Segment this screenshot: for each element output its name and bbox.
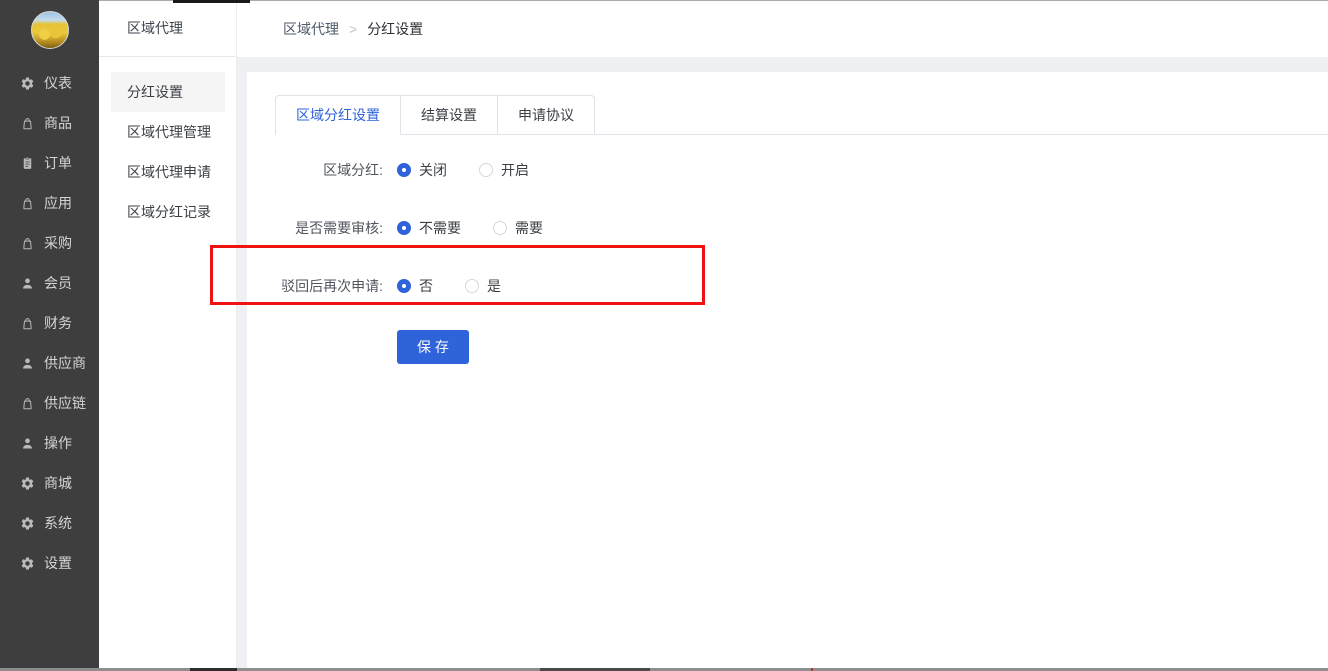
radio-selected-icon[interactable] bbox=[397, 163, 411, 177]
window-top-edge bbox=[99, 0, 1328, 1]
sidebar-item-settings[interactable]: 设置 bbox=[0, 543, 99, 583]
sidebar-item-system[interactable]: 系统 bbox=[0, 503, 99, 543]
submenu-title: 区域代理 bbox=[99, 0, 236, 57]
sidebar-item-label: 应用 bbox=[44, 193, 72, 213]
order-icon bbox=[20, 156, 35, 171]
sidebar-item-finance[interactable]: 财务 bbox=[0, 303, 99, 343]
tab-region-dividend-settings[interactable]: 区域分红设置 bbox=[276, 96, 400, 135]
form-label: 是否需要审核: bbox=[275, 218, 383, 238]
sidebar-item-mall[interactable]: 商城 bbox=[0, 463, 99, 503]
bag-icon bbox=[20, 396, 35, 411]
gear-icon bbox=[20, 556, 35, 571]
avatar-container bbox=[0, 0, 99, 49]
sidebar-item-apps[interactable]: 应用 bbox=[0, 183, 99, 223]
sidebar-item-label: 供应商 bbox=[44, 353, 86, 373]
avatar[interactable] bbox=[31, 11, 69, 49]
form-row-review-required: 是否需要审核: 不需要 需要 bbox=[275, 214, 1328, 242]
radio-label: 是 bbox=[487, 276, 501, 296]
radio-label: 开启 bbox=[501, 160, 529, 180]
main-area: 区域代理 > 分红设置 区域分红设置 结算设置 申请协议 区域分红: 关闭 bbox=[237, 0, 1328, 671]
gauge-icon bbox=[20, 76, 35, 91]
breadcrumb: 区域代理 > 分红设置 bbox=[237, 0, 1328, 57]
breadcrumb-item-current: 分红设置 bbox=[367, 19, 423, 39]
sidebar-item-label: 设置 bbox=[44, 553, 72, 573]
sidebar-item-dashboard[interactable]: 仪表 bbox=[0, 63, 99, 103]
radio-selected-icon[interactable] bbox=[397, 221, 411, 235]
sidebar-item-members[interactable]: 会员 bbox=[0, 263, 99, 303]
radio-label: 需要 bbox=[515, 218, 543, 238]
form-row-region-dividend: 区域分红: 关闭 开启 bbox=[275, 156, 1328, 184]
tabs-bar: 区域分红设置 结算设置 申请协议 bbox=[275, 95, 1328, 135]
sidebar-item-label: 订单 bbox=[44, 153, 72, 173]
bag-icon bbox=[20, 316, 35, 331]
sidebar-item-label: 采购 bbox=[44, 233, 72, 253]
radio-option-required[interactable]: 需要 bbox=[493, 218, 543, 238]
tab-group: 区域分红设置 结算设置 申请协议 bbox=[275, 95, 595, 135]
secondary-sidebar: 区域代理 分红设置 区域代理管理 区域代理申请 区域分红记录 bbox=[99, 0, 237, 671]
radio-unselected-icon[interactable] bbox=[479, 163, 493, 177]
primary-sidebar: 仪表 商品 订单 应用 采购 会员 bbox=[0, 0, 99, 671]
sidebar-item-label: 商品 bbox=[44, 113, 72, 133]
radio-label: 关闭 bbox=[419, 160, 447, 180]
settings-form: 区域分红: 关闭 开启 是否需要审核: 不需要 bbox=[275, 156, 1328, 364]
radio-selected-icon[interactable] bbox=[397, 279, 411, 293]
window-top-edge-dark-segment bbox=[173, 0, 250, 3]
radio-label: 不需要 bbox=[419, 218, 461, 238]
sidebar-item-operations[interactable]: 操作 bbox=[0, 423, 99, 463]
radio-option-no[interactable]: 否 bbox=[397, 276, 433, 296]
submenu-item-dividend-settings[interactable]: 分红设置 bbox=[111, 72, 225, 112]
submenu-item-agent-management[interactable]: 区域代理管理 bbox=[111, 112, 225, 152]
form-label: 区域分红: bbox=[275, 160, 383, 180]
tab-application-agreement[interactable]: 申请协议 bbox=[497, 96, 594, 135]
sidebar-item-label: 会员 bbox=[44, 273, 72, 293]
sidebar-item-products[interactable]: 商品 bbox=[0, 103, 99, 143]
submenu-list: 分红设置 区域代理管理 区域代理申请 区域分红记录 bbox=[99, 72, 236, 232]
gear-icon bbox=[20, 476, 35, 491]
submenu-item-agent-application[interactable]: 区域代理申请 bbox=[111, 152, 225, 192]
bag-icon bbox=[20, 116, 35, 131]
sidebar-item-suppliers[interactable]: 供应商 bbox=[0, 343, 99, 383]
sidebar-item-purchasing[interactable]: 采购 bbox=[0, 223, 99, 263]
sidebar-item-label: 财务 bbox=[44, 313, 72, 333]
sidebar-item-label: 仪表 bbox=[44, 73, 72, 93]
sidebar-item-orders[interactable]: 订单 bbox=[0, 143, 99, 183]
radio-option-close[interactable]: 关闭 bbox=[397, 160, 447, 180]
radio-option-not-required[interactable]: 不需要 bbox=[397, 218, 461, 238]
sidebar-item-label: 商城 bbox=[44, 473, 72, 493]
gear-icon bbox=[20, 516, 35, 531]
bag-icon bbox=[20, 196, 35, 211]
sidebar-item-label: 操作 bbox=[44, 433, 72, 453]
user-icon bbox=[20, 356, 35, 371]
user-icon bbox=[20, 276, 35, 291]
save-button[interactable]: 保 存 bbox=[397, 330, 469, 364]
app-window: 仪表 商品 订单 应用 采购 会员 bbox=[0, 0, 1328, 671]
breadcrumb-separator-icon: > bbox=[349, 21, 357, 37]
user-icon bbox=[20, 436, 35, 451]
radio-unselected-icon[interactable] bbox=[493, 221, 507, 235]
radio-unselected-icon[interactable] bbox=[465, 279, 479, 293]
radio-option-open[interactable]: 开启 bbox=[479, 160, 529, 180]
form-row-reapply-after-reject: 驳回后再次申请: 否 是 bbox=[275, 272, 1328, 300]
content-card: 区域分红设置 结算设置 申请协议 区域分红: 关闭 开启 bbox=[247, 72, 1328, 671]
radio-label: 否 bbox=[419, 276, 433, 296]
sidebar-item-label: 供应链 bbox=[44, 393, 86, 413]
primary-nav: 仪表 商品 订单 应用 采购 会员 bbox=[0, 63, 99, 583]
sidebar-item-label: 系统 bbox=[44, 513, 72, 533]
breadcrumb-item-parent[interactable]: 区域代理 bbox=[283, 19, 339, 39]
submenu-item-dividend-records[interactable]: 区域分红记录 bbox=[111, 192, 225, 232]
sidebar-item-supply-chain[interactable]: 供应链 bbox=[0, 383, 99, 423]
form-label: 驳回后再次申请: bbox=[275, 276, 383, 296]
tab-settlement-settings[interactable]: 结算设置 bbox=[400, 96, 497, 135]
radio-option-yes[interactable]: 是 bbox=[465, 276, 501, 296]
bag-icon bbox=[20, 236, 35, 251]
